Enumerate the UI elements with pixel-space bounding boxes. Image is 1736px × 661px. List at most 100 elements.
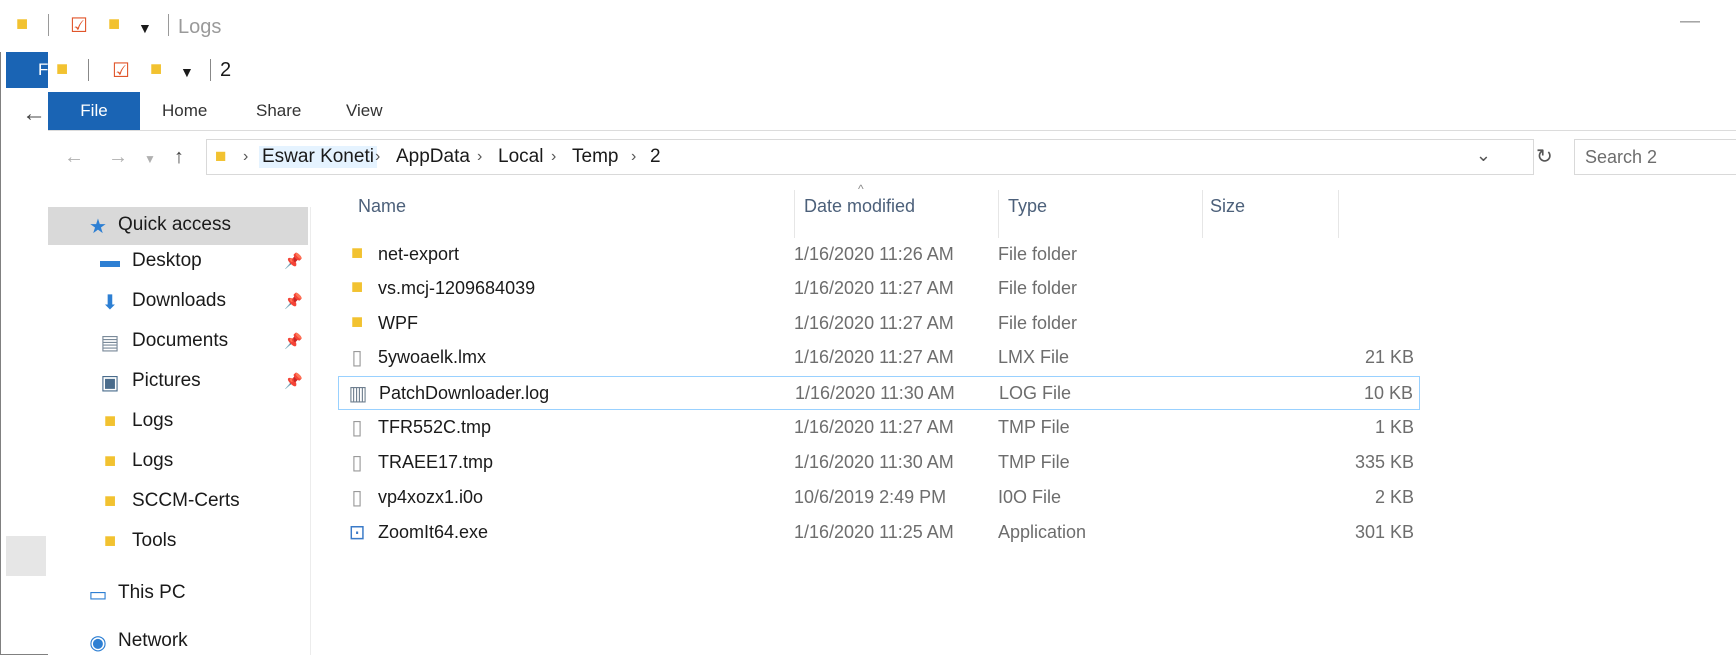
recent-locations-icon[interactable]: ▼	[144, 152, 156, 166]
tab-view[interactable]: View	[346, 92, 383, 130]
customize-qat-icon[interactable]: ▼	[180, 64, 194, 80]
breadcrumb-eswar-koneti[interactable]: Eswar Koneti	[259, 146, 377, 168]
nav-label: Desktop	[132, 250, 202, 271]
file-size: 2 KB	[1374, 487, 1414, 507]
file-row[interactable]: ▯ TFR552C.tmp 1/16/2020 11:27 AM TMP Fil…	[338, 411, 1420, 445]
new-folder-icon[interactable]: ■	[150, 58, 162, 81]
file-type: TMP File	[998, 417, 1070, 437]
nav-pictures[interactable]: ▣ Pictures 📌	[48, 363, 308, 401]
chevron-right-icon[interactable]: ›	[243, 148, 248, 166]
nav-desktop[interactable]: ▬ Desktop 📌	[48, 243, 308, 281]
column-separator[interactable]	[794, 190, 795, 238]
folder-icon: ■	[103, 450, 117, 472]
download-arrow-icon: ⬇	[101, 292, 119, 314]
breadcrumb-local[interactable]: Local	[495, 146, 546, 168]
nav-sccm-certs[interactable]: ■ SCCM-Certs	[48, 483, 308, 521]
file-name: TRAEE17.tmp	[378, 452, 494, 472]
pictures-icon: ▣	[100, 372, 120, 394]
tab-home[interactable]: Home	[162, 92, 207, 130]
file-row[interactable]: ■ net-export 1/16/2020 11:26 AM File fol…	[338, 238, 1420, 272]
chevron-right-icon[interactable]: ›	[631, 148, 636, 166]
nav-label: Downloads	[132, 290, 226, 311]
computer-icon: ▭	[88, 584, 108, 606]
column-separator[interactable]	[1202, 190, 1203, 238]
column-date-modified[interactable]: Date modified	[804, 196, 915, 217]
back-arrow-icon[interactable]: ←	[22, 100, 46, 128]
new-folder-icon[interactable]: ■	[108, 13, 120, 36]
tab-share[interactable]: Share	[256, 92, 301, 130]
nav-quick-access[interactable]: ★ Quick access	[48, 207, 308, 245]
up-icon[interactable]: ↑	[174, 146, 184, 169]
nav-label: Documents	[132, 330, 229, 351]
nav-logs[interactable]: ■ Logs	[48, 403, 308, 441]
file-size: 335 KB	[1354, 452, 1414, 472]
file-date: 1/16/2020 11:30 AM	[794, 452, 954, 472]
breadcrumb-2[interactable]: 2	[647, 146, 664, 168]
pin-icon[interactable]: 📌	[284, 292, 303, 310]
folder-icon: ■	[103, 410, 117, 432]
chevron-right-icon[interactable]: ›	[477, 148, 482, 166]
nav-label: Logs	[132, 450, 174, 471]
separator	[48, 14, 49, 36]
chevron-right-icon[interactable]: ›	[551, 148, 556, 166]
file-name: PatchDownloader.log	[379, 383, 550, 403]
file-name: vs.mcj-1209684039	[378, 278, 536, 298]
nav-logs-2[interactable]: ■ Logs	[48, 443, 308, 481]
properties-icon[interactable]: ☑	[70, 13, 88, 38]
nav-label: Quick access	[118, 214, 231, 235]
breadcrumb-appdata[interactable]: AppData	[393, 146, 473, 168]
search-input[interactable]: Search 2	[1574, 139, 1736, 175]
column-name[interactable]: Name	[358, 196, 406, 217]
back-file-tab[interactable]: F	[6, 52, 50, 88]
minimize-icon[interactable]: —	[1680, 10, 1700, 33]
back-window-title: Logs	[178, 16, 222, 38]
folder-icon: ■	[350, 311, 364, 333]
file-date: 1/16/2020 11:27 AM	[794, 417, 954, 437]
forward-icon[interactable]: →	[108, 146, 128, 169]
column-size[interactable]: Size	[1210, 196, 1245, 217]
column-separator[interactable]	[1338, 190, 1339, 238]
address-dropdown-icon[interactable]: ⌄	[1476, 145, 1491, 166]
file-name: WPF	[378, 313, 418, 333]
explorer-window: ■ ☑ ■ ▼ 2 File Home Share View ← → ▼ ↑ ■…	[48, 52, 1736, 655]
pin-icon[interactable]: 📌	[284, 372, 303, 390]
window-title: 2	[220, 59, 232, 81]
file-size: 21 KB	[1364, 347, 1414, 367]
properties-icon[interactable]: ☑	[112, 58, 130, 83]
customize-qat-icon[interactable]: ▼	[138, 20, 152, 36]
nav-network[interactable]: ◉ Network	[48, 623, 308, 661]
file-row[interactable]: ■ vs.mcj-1209684039 1/16/2020 11:27 AM F…	[338, 272, 1420, 306]
file-name: vp4xozx1.i0o	[378, 487, 484, 507]
pin-icon[interactable]: 📌	[284, 332, 303, 350]
separator	[168, 14, 169, 36]
nav-label: Tools	[132, 530, 177, 551]
nav-downloads[interactable]: ⬇ Downloads 📌	[48, 283, 308, 321]
refresh-icon[interactable]: ↻	[1536, 144, 1553, 169]
file-row[interactable]: ■ WPF 1/16/2020 11:27 AM File folder	[338, 307, 1420, 341]
file-row[interactable]: ▯ TRAEE17.tmp 1/16/2020 11:30 AM TMP Fil…	[338, 446, 1420, 480]
breadcrumb-temp[interactable]: Temp	[569, 146, 621, 168]
nav-this-pc[interactable]: ▭ This PC	[48, 575, 308, 613]
log-file-icon: ▥	[348, 383, 368, 405]
file-row[interactable]: ▯ vp4xozx1.i0o 10/6/2019 2:49 PM I0O Fil…	[338, 481, 1420, 515]
network-icon: ◉	[89, 632, 107, 654]
pin-icon[interactable]: 📌	[284, 252, 303, 270]
chevron-right-icon[interactable]: ›	[375, 148, 380, 166]
back-icon[interactable]: ←	[64, 146, 84, 169]
folder-icon: ■	[103, 490, 117, 512]
nav-documents[interactable]: ▤ Documents 📌	[48, 323, 308, 361]
tab-file[interactable]: File	[48, 92, 140, 130]
file-row[interactable]: ▯ 5ywoaelk.lmx 1/16/2020 11:27 AM LMX Fi…	[338, 341, 1420, 375]
column-separator[interactable]	[998, 190, 999, 238]
file-row[interactable]: ⊡ ZoomIt64.exe 1/16/2020 11:25 AM Applic…	[338, 516, 1420, 550]
nav-tools[interactable]: ■ Tools	[48, 523, 308, 561]
file-name: net-export	[378, 244, 460, 264]
separator	[210, 59, 211, 81]
file-size: 301 KB	[1354, 522, 1414, 542]
file-size: 1 KB	[1374, 417, 1414, 437]
file-date: 1/16/2020 11:30 AM	[795, 383, 955, 403]
file-row-selected[interactable]: ▥ PatchDownloader.log 1/16/2020 11:30 AM…	[338, 376, 1420, 410]
file-date: 1/16/2020 11:27 AM	[794, 278, 954, 298]
column-type[interactable]: Type	[1008, 196, 1047, 217]
address-bar[interactable]: ■ › Eswar Koneti › AppData › Local › Tem…	[206, 139, 1534, 175]
